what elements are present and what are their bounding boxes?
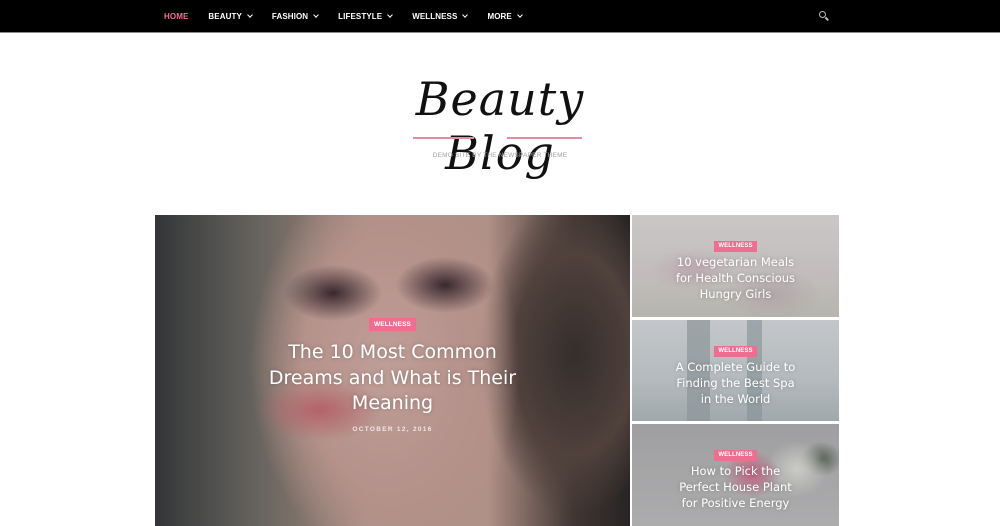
nav-item-label: MORE	[487, 11, 512, 21]
featured-post-side[interactable]: WELLNESS A Complete Guide to Finding the…	[632, 320, 839, 421]
site-logo[interactable]: Beauty Blog	[360, 72, 640, 180]
chevron-down-icon	[462, 11, 469, 18]
post-date: OCTOBER 12, 2016	[352, 425, 433, 433]
nav-item-label: WELLNESS	[412, 11, 458, 21]
chevron-down-icon	[247, 11, 253, 18]
category-badge[interactable]: WELLNESS	[714, 240, 757, 252]
logo-underline	[507, 137, 582, 139]
nav-item-home[interactable]: HOME	[164, 12, 188, 21]
chevron-down-icon	[313, 11, 320, 18]
chevron-down-icon	[387, 11, 394, 18]
nav-item-more[interactable]: MORE	[487, 11, 523, 21]
nav-item-beauty[interactable]: BEAUTY	[208, 11, 253, 21]
category-badge[interactable]: WELLNESS	[369, 318, 416, 331]
category-badge[interactable]: WELLNESS	[714, 449, 757, 461]
site-tagline: DEMO SITE BY THE NEWSPAPER THEME	[432, 152, 568, 159]
nav-item-lifestyle[interactable]: LIFESTYLE	[338, 11, 394, 21]
post-title[interactable]: A Complete Guide to Finding the Best Spa…	[671, 359, 801, 407]
nav-item-label: BEAUTY	[208, 11, 242, 21]
nav-item-label: HOME	[164, 11, 189, 21]
logo-underline	[413, 137, 474, 139]
post-content: WELLNESS 10 vegetarian Meals for Health …	[632, 234, 839, 302]
nav-item-wellness[interactable]: WELLNESS	[412, 11, 469, 21]
post-title[interactable]: How to Pick the Perfect House Plant for …	[671, 463, 801, 511]
search-button[interactable]	[818, 10, 830, 22]
post-content: WELLNESS How to Pick the Perfect House P…	[632, 443, 839, 511]
search-icon-handle	[825, 16, 829, 21]
nav-item-label: FASHION	[271, 11, 309, 21]
post-content: WELLNESS A Complete Guide to Finding the…	[632, 339, 839, 407]
category-badge[interactable]: WELLNESS	[714, 345, 757, 357]
logo-text: Beauty Blog	[415, 72, 585, 180]
post-title[interactable]: The 10 Most Common Dreams and What is Th…	[263, 340, 523, 417]
nav-item-fashion[interactable]: FASHION	[271, 11, 320, 21]
featured-post-side[interactable]: WELLNESS How to Pick the Perfect House P…	[632, 424, 839, 526]
top-navigation-bar: HOME BEAUTY FASHION LIFESTYLE WELLNESS M…	[0, 0, 1000, 33]
featured-post-main[interactable]: WELLNESS The 10 Most Common Dreams and W…	[155, 215, 630, 526]
post-title[interactable]: 10 vegetarian Meals for Health Conscious…	[671, 254, 801, 302]
featured-post-content: WELLNESS The 10 Most Common Dreams and W…	[155, 313, 630, 433]
nav-item-label: LIFESTYLE	[338, 11, 383, 21]
chevron-down-icon	[517, 11, 523, 18]
main-menu: HOME BEAUTY FASHION LIFESTYLE WELLNESS M…	[164, 0, 542, 32]
featured-post-side[interactable]: WELLNESS 10 vegetarian Meals for Health …	[632, 215, 839, 317]
